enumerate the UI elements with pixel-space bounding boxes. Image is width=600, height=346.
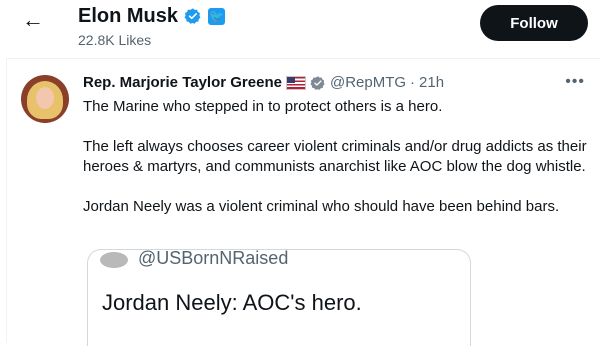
likes-count: 22.8K Likes <box>78 32 152 48</box>
tweet-card[interactable]: Rep. Marjorie Taylor Greene @RepMTG · 21… <box>6 58 600 346</box>
display-name[interactable]: Rep. Marjorie Taylor Greene <box>83 73 282 93</box>
profile-name: Elon Musk <box>78 5 179 27</box>
quoted-tweet[interactable]: @USBornNRaised Jordan Neely: AOC's hero. <box>87 248 471 346</box>
timestamp[interactable]: 21h <box>419 73 444 93</box>
verified-badge-icon <box>184 8 201 24</box>
handle[interactable]: @RepMTG <box>330 73 406 93</box>
avatar[interactable] <box>21 75 69 123</box>
back-arrow-icon[interactable]: ← <box>22 8 46 32</box>
twitter-badge-icon: 🐦 <box>208 7 226 25</box>
tweet-header: Rep. Marjorie Taylor Greene @RepMTG · 21… <box>83 73 444 93</box>
dot-separator: · <box>410 74 416 91</box>
tweet-text: The Marine who stepped in to protect oth… <box>83 98 587 215</box>
more-options-icon[interactable]: ••• <box>565 73 585 91</box>
profile-header: ← Elon Musk 🐦 22.8K Likes Follow <box>0 0 600 58</box>
verified-badge-icon <box>310 76 325 90</box>
follow-button[interactable]: Follow <box>480 5 588 41</box>
profile-title: Elon Musk 🐦 22.8K Likes <box>78 4 226 48</box>
quoted-avatar[interactable] <box>100 252 128 268</box>
quoted-text: Jordan Neely: AOC's hero. <box>102 290 362 315</box>
quoted-handle[interactable]: @USBornNRaised <box>138 248 288 269</box>
us-flag-icon <box>285 76 306 90</box>
